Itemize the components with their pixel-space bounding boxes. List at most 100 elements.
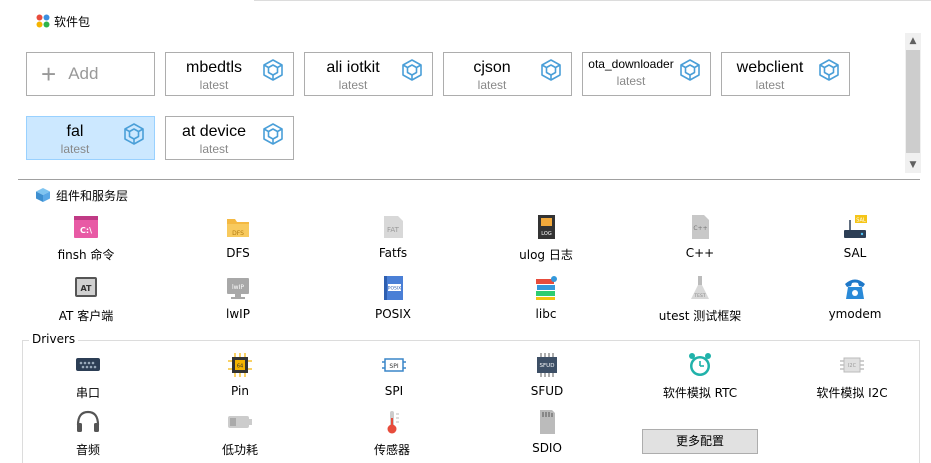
driver-label: 软件模拟 I2C (816, 386, 888, 400)
component-label: finsh 命令 (57, 248, 115, 262)
package-card[interactable]: webclient latest (721, 52, 850, 96)
sd-card-icon (540, 410, 555, 434)
component-label: ymodem (828, 307, 882, 321)
package-card[interactable]: mbedtls latest (165, 52, 294, 96)
chip-icon: 64 (228, 353, 252, 377)
driver-sfud[interactable]: SFUD SFUD (477, 352, 617, 398)
driver-label: 软件模拟 RTC (662, 386, 738, 400)
driver-sdio[interactable]: SDIO (477, 409, 617, 455)
battery-icon (228, 416, 252, 428)
package-cube-icon (680, 59, 700, 81)
scroll-up-icon[interactable]: ▲ (905, 33, 921, 49)
plus-icon: + (41, 59, 57, 89)
scroll-down-icon[interactable]: ▼ (905, 157, 921, 173)
component-label: Fatfs (378, 246, 408, 260)
driver-audio[interactable]: 音频 (18, 409, 158, 458)
package-version: latest (199, 142, 229, 156)
fat-drive-icon: FAT (384, 216, 403, 238)
driver-label: 串口 (75, 386, 100, 400)
sfud-chip-icon: SFUD (537, 353, 557, 377)
books-icon (536, 276, 557, 300)
package-version: latest (755, 78, 785, 92)
package-name: ota_downloader (588, 57, 674, 71)
component-fatfs[interactable]: FAT Fatfs (323, 214, 463, 260)
driver-pin[interactable]: 64 Pin (170, 352, 310, 398)
component-cpp[interactable]: C++ C++ (630, 214, 770, 260)
package-card[interactable]: cjson latest (443, 52, 572, 96)
package-version: latest (616, 74, 646, 88)
add-package-button[interactable]: + Add (26, 52, 155, 96)
driver-low-power[interactable]: 低功耗 (170, 409, 310, 458)
lwip-monitor-icon: lwIP (227, 278, 249, 299)
test-flask-icon: TEST (691, 276, 709, 299)
driver-label: 低功耗 (221, 443, 258, 457)
package-cube-icon (263, 123, 283, 145)
terminal-icon: C:\ (74, 216, 98, 238)
component-at-client[interactable]: AT AT 客户端 (16, 275, 156, 324)
section-divider (18, 179, 920, 180)
package-name: webclient (736, 59, 804, 76)
package-version: latest (60, 142, 90, 156)
colorful-dots-icon (36, 14, 50, 28)
tab-strip (0, 0, 931, 2)
packages-header: 软件包 (36, 12, 90, 30)
svg-text:SAL: SAL (856, 218, 866, 224)
folder-icon: DFS (227, 219, 249, 237)
package-version: latest (477, 78, 507, 92)
component-label: ulog 日志 (519, 248, 573, 262)
svg-text:C:\: C:\ (80, 226, 92, 235)
log-book-icon: LOG (538, 215, 555, 239)
package-version: latest (338, 78, 368, 92)
driver-sensor[interactable]: 传感器 (322, 409, 462, 458)
svg-text:64: 64 (237, 364, 243, 370)
svg-text:SPI: SPI (389, 363, 398, 370)
component-posix[interactable]: POSIX POSIX (323, 275, 463, 321)
component-label: libc (535, 307, 557, 321)
phone-icon (845, 279, 865, 299)
driver-spi[interactable]: SPI SPI (324, 352, 464, 398)
component-ymodem[interactable]: ymodem (785, 275, 925, 321)
component-lwip[interactable]: lwIP lwIP (168, 275, 308, 321)
component-label: C++ (685, 246, 715, 260)
package-cube-icon (124, 123, 144, 145)
svg-text:I2C: I2C (848, 363, 857, 369)
package-cube-icon (541, 59, 561, 81)
components-title: 组件和服务层 (56, 188, 129, 203)
component-ulog[interactable]: LOG ulog 日志 (476, 214, 616, 263)
cube-icon (36, 188, 50, 202)
driver-serial[interactable]: 串口 (18, 352, 158, 401)
at-monitor-icon: AT (75, 277, 97, 297)
package-name: at device (181, 123, 247, 140)
tab-strip-border (254, 0, 931, 1)
driver-soft-rtc[interactable]: 软件模拟 RTC (630, 352, 770, 401)
drivers-title: Drivers (29, 332, 79, 346)
component-label: AT 客户端 (58, 309, 114, 323)
component-libc[interactable]: libc (476, 275, 616, 321)
component-dfs[interactable]: DFS DFS (168, 214, 308, 260)
driver-label: SDIO (532, 441, 562, 455)
svg-text:C++: C++ (693, 225, 707, 232)
add-label: Add (68, 64, 99, 83)
package-card[interactable]: at device latest (165, 116, 294, 160)
svg-text:TEST: TEST (693, 293, 705, 299)
component-sal[interactable]: SAL SAL (785, 214, 925, 260)
driver-soft-i2c[interactable]: I2C 软件模拟 I2C (782, 352, 922, 401)
svg-text:DFS: DFS (232, 230, 244, 237)
package-card[interactable]: ali iotkit latest (304, 52, 433, 96)
i2c-chip-icon: I2C (840, 357, 864, 373)
package-name: cjson (473, 59, 511, 76)
more-config-button[interactable]: 更多配置 (642, 429, 758, 454)
component-label: utest 测试框架 (658, 309, 742, 323)
package-scrollbar[interactable]: ▲ ▼ (905, 33, 921, 173)
package-card-selected[interactable]: fal latest (26, 116, 155, 160)
component-label: DFS (226, 246, 250, 260)
package-card[interactable]: ota_downloader latest (582, 52, 711, 96)
package-cube-icon (263, 59, 283, 81)
component-finsh[interactable]: C:\ finsh 命令 (16, 214, 156, 263)
scroll-thumb[interactable] (906, 50, 920, 153)
driver-label: 音频 (75, 443, 100, 457)
svg-text:FAT: FAT (387, 226, 400, 234)
settings-panel: 软件包 + Add mbedtls latest ali iotkit late… (0, 0, 931, 463)
active-tab-indicator[interactable] (0, 0, 254, 2)
component-utest[interactable]: TEST utest 测试框架 (630, 275, 770, 324)
